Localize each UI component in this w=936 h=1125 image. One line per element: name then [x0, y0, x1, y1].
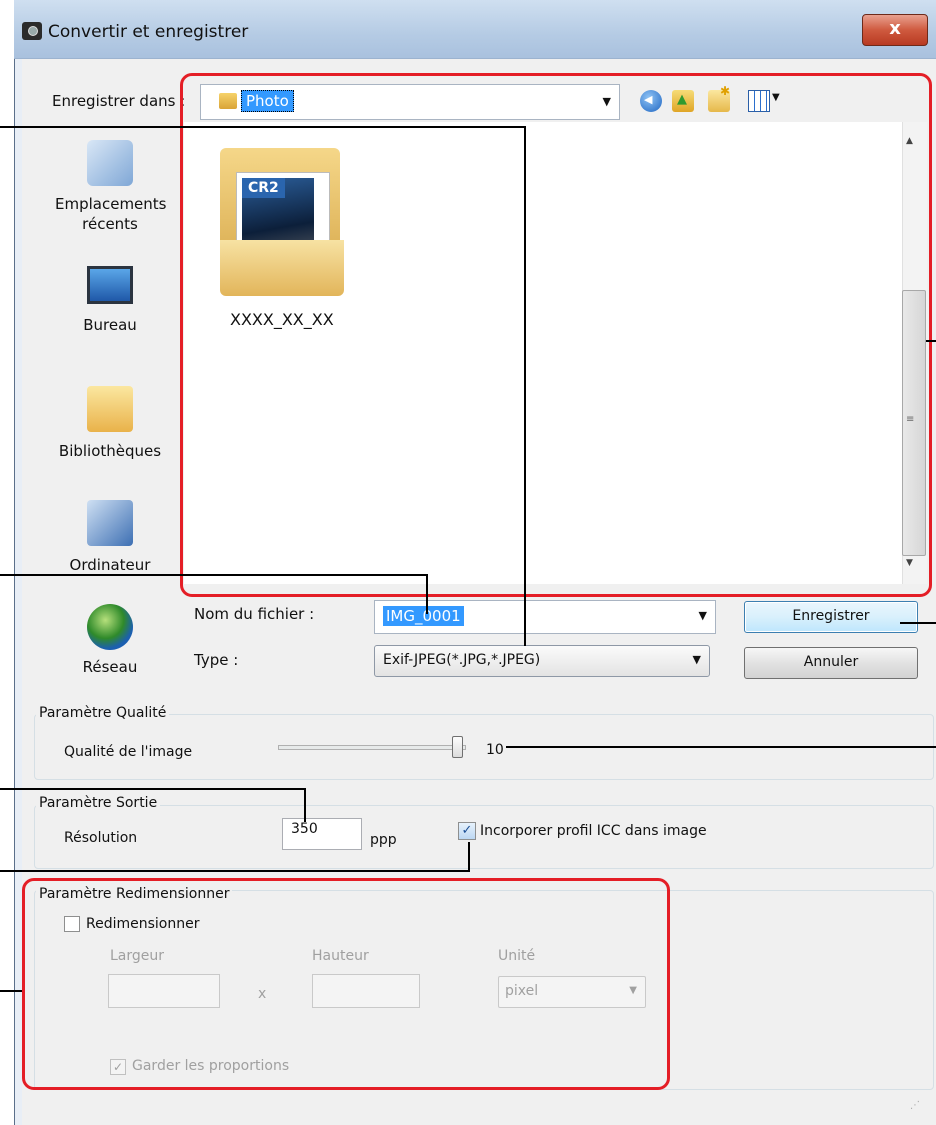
chevron-down-icon[interactable]: ▼	[693, 653, 701, 666]
sidebar-item-network[interactable]: Réseau	[40, 604, 180, 676]
recent-places-icon	[87, 140, 133, 186]
resolution-label: Résolution	[64, 830, 138, 846]
output-group-title: Paramètre Sortie	[36, 795, 161, 811]
callout-line	[304, 788, 306, 822]
sidebar-item-label: Bureau	[83, 316, 137, 334]
icc-label: Incorporer profil ICC dans image	[480, 823, 707, 839]
cancel-button[interactable]: Annuler	[744, 647, 918, 679]
computer-icon	[87, 500, 133, 546]
callout-line	[468, 842, 470, 872]
callout-line	[0, 574, 428, 576]
highlight-box-resize	[22, 878, 670, 1090]
desktop-icon	[87, 266, 133, 304]
callout-line	[0, 870, 470, 872]
icc-checkbox[interactable]: ✓	[458, 822, 476, 840]
callout-line	[926, 340, 936, 342]
callout-line	[426, 574, 428, 614]
sidebar-item-label: Bibliothèques	[58, 442, 162, 460]
quality-group-title: Paramètre Qualité	[36, 705, 170, 721]
callout-line	[506, 746, 936, 748]
resize-grip-icon: ⋰	[910, 1100, 920, 1111]
sidebar-item-libraries[interactable]: Bibliothèques	[40, 386, 180, 460]
callout-line	[900, 622, 936, 624]
sidebar-item-computer[interactable]: Ordinateur	[40, 500, 180, 574]
resolution-unit: ppp	[370, 832, 397, 848]
quality-label: Qualité de l'image	[64, 744, 193, 760]
callout-line	[524, 126, 526, 646]
window-title: Convertir et enregistrer	[48, 22, 249, 42]
sidebar-item-label: Ordinateur	[69, 556, 151, 574]
callout-line	[0, 126, 526, 128]
sidebar-item-label: Réseau	[82, 658, 138, 676]
sidebar-item-recent[interactable]: Emplacements récents	[40, 140, 180, 234]
quality-slider-track[interactable]	[278, 745, 466, 750]
sidebar-item-label: Emplacements récents	[55, 195, 167, 233]
quality-slider-thumb[interactable]	[452, 736, 463, 758]
camera-app-icon	[22, 22, 42, 40]
type-label: Type :	[194, 651, 239, 669]
highlight-box-file-area	[180, 73, 932, 597]
sidebar-item-desktop[interactable]: Bureau	[40, 266, 180, 334]
libraries-icon	[87, 386, 133, 432]
save-button[interactable]: Enregistrer	[744, 601, 918, 633]
chevron-down-icon[interactable]: ▼	[699, 609, 707, 622]
network-icon	[87, 604, 133, 650]
resolution-input[interactable]: 350	[282, 818, 362, 850]
callout-line	[0, 990, 22, 992]
type-value: Exif-JPEG(*.JPG,*.JPEG)	[383, 652, 541, 668]
callout-line	[0, 788, 306, 790]
type-select[interactable]: Exif-JPEG(*.JPG,*.JPEG) ▼	[374, 645, 710, 677]
close-button[interactable]: x	[862, 14, 928, 46]
quality-value: 10	[486, 742, 504, 758]
filename-value: IMG_0001	[383, 606, 464, 626]
save-in-label: Enregistrer dans :	[52, 92, 186, 110]
filename-label: Nom du fichier :	[194, 605, 315, 623]
